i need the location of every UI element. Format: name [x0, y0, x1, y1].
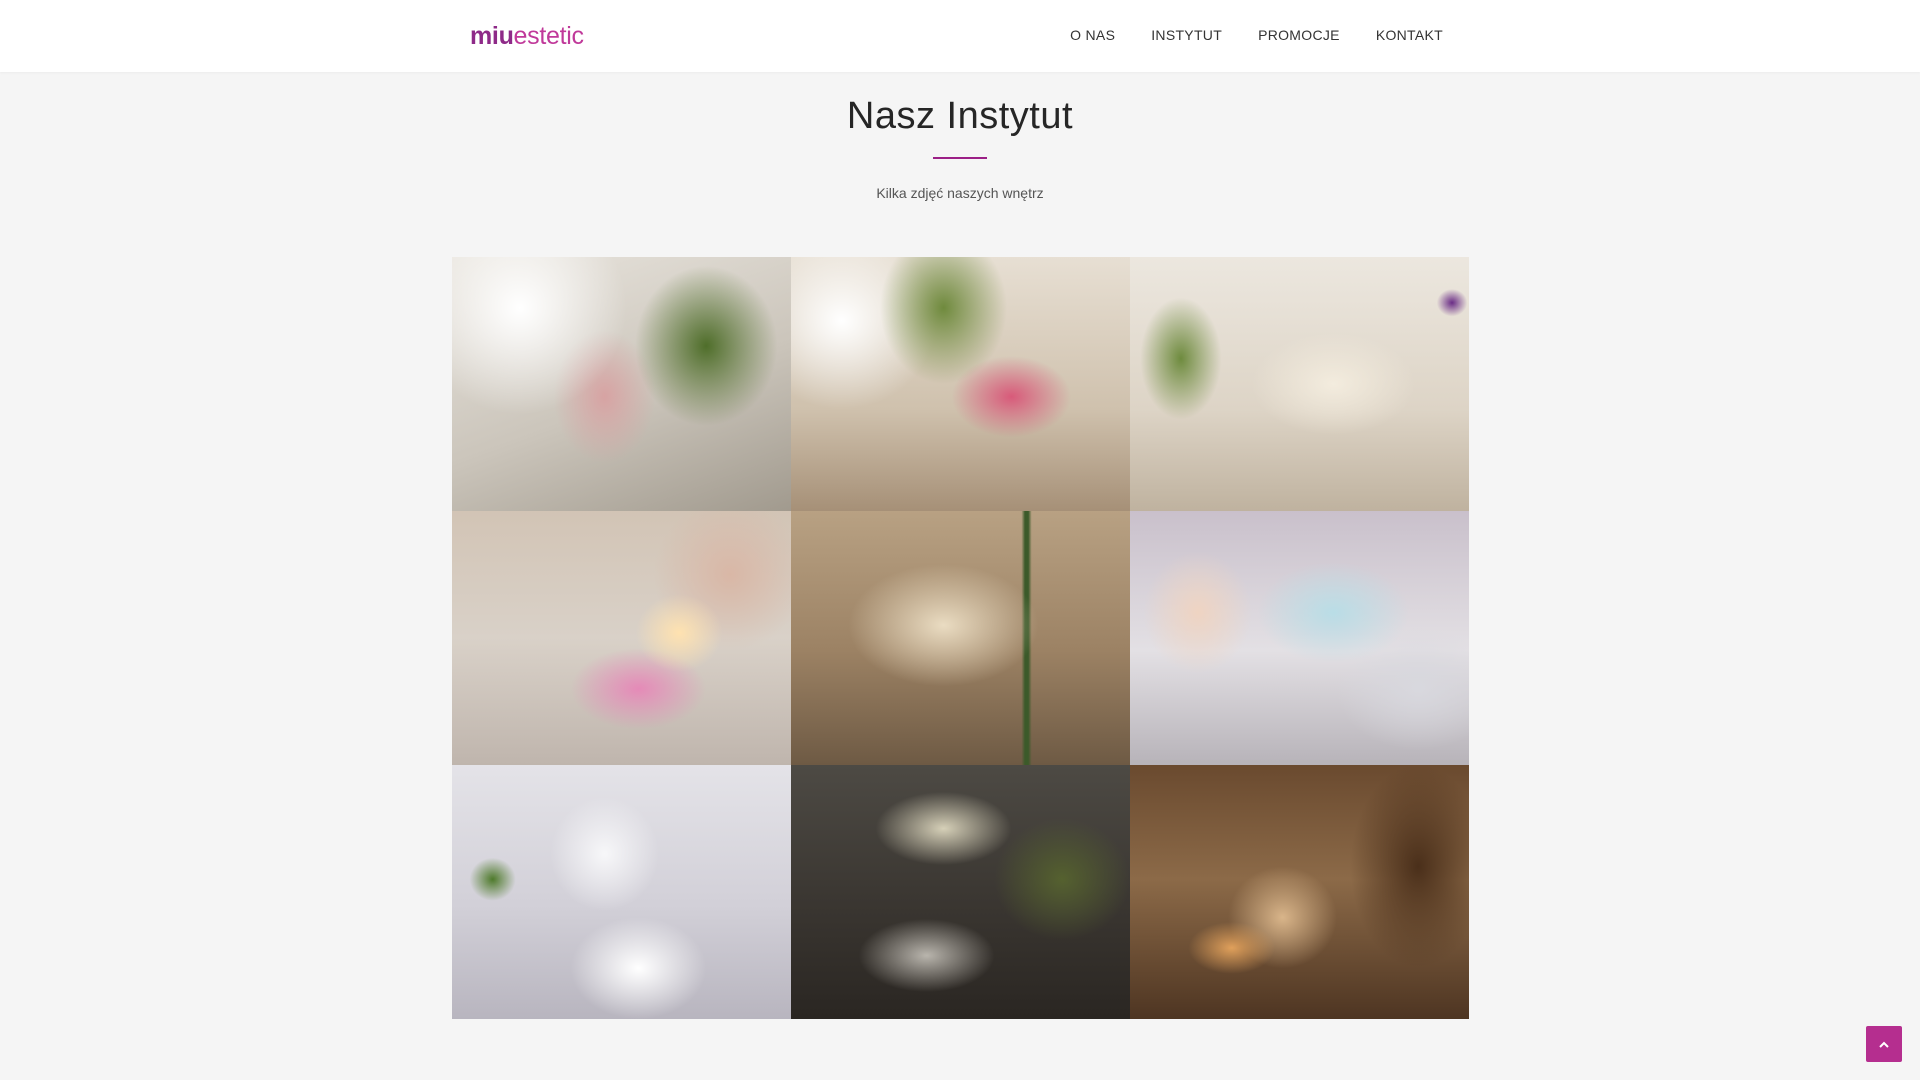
treatment-room-photo[interactable]	[452, 765, 791, 1019]
menu-item-instytut: INSTYTUT	[1151, 27, 1222, 45]
menu-item-o-nas: O NAS	[1070, 27, 1115, 45]
flower-bouquet-photo[interactable]	[791, 257, 1130, 511]
section-title: Nasz Instytut	[846, 95, 1074, 137]
magazine-rack-plant-photo[interactable]	[452, 257, 791, 511]
nav-link-promocje[interactable]: PROMOCJE	[1258, 27, 1340, 43]
menu-item-kontakt: KONTAKT	[1376, 27, 1443, 45]
logo-miu-text: miu	[470, 22, 514, 50]
title-divider	[933, 157, 987, 159]
scroll-to-top-button[interactable]	[1866, 1026, 1902, 1062]
menu-item-promocje: PROMOCJE	[1258, 27, 1340, 45]
geneo-poster-photo[interactable]	[1130, 511, 1469, 765]
candle-brochures-photo[interactable]	[452, 511, 791, 765]
beauty-device-photo[interactable]	[791, 765, 1130, 1019]
nav-link-o-nas[interactable]: O NAS	[1070, 27, 1115, 43]
navbar: miuestetic O NAS INSTYTUT PROMOCJE KONTA…	[0, 0, 1920, 72]
chevron-up-icon	[1879, 1041, 1889, 1048]
main-menu: O NAS INSTYTUT PROMOCJE KONTAKT	[1034, 0, 1443, 72]
nav-link-instytut[interactable]: INSTYTUT	[1151, 27, 1222, 43]
relax-room-photo[interactable]	[1130, 765, 1469, 1019]
logo-estetic-text: estetic	[513, 22, 584, 50]
logo[interactable]: miuestetic	[470, 20, 584, 52]
lounge-chairs-photo[interactable]	[1130, 257, 1469, 511]
cosmetic-bottles-photo[interactable]	[791, 511, 1130, 765]
photo-gallery	[452, 257, 1469, 1019]
section-subtitle: Kilka zdjęć naszych wnętrz	[876, 185, 1044, 201]
nav-link-kontakt[interactable]: KONTAKT	[1376, 27, 1443, 43]
